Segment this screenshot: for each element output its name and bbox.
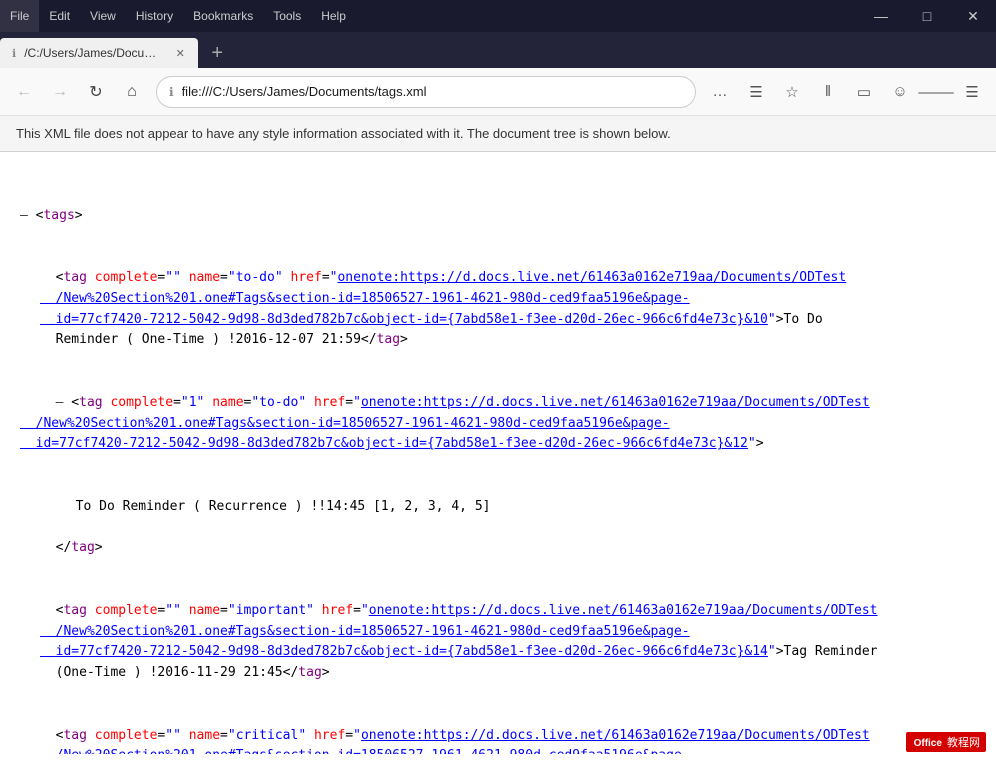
tag-2-text: To Do Reminder ( Recurrence ) !!14:45 [1… (20, 497, 976, 518)
extensions-area[interactable]: ⸻ (920, 76, 952, 108)
menu-edit[interactable]: Edit (39, 0, 80, 32)
synced-tabs-icon: ▭ (857, 83, 871, 101)
menu-file[interactable]: File (0, 0, 39, 32)
menu-bookmarks[interactable]: Bookmarks (183, 0, 263, 32)
tag-3: <tag complete="" name="important" href="… (20, 601, 976, 684)
titlebar-menu: File Edit View History Bookmarks Tools H… (0, 0, 356, 32)
xml-content: – <tags> <tag complete="" name="to-do" h… (20, 164, 976, 754)
close-button[interactable]: ✕ (950, 0, 996, 32)
infobar-message: This XML file does not appear to have an… (16, 126, 671, 141)
forward-button[interactable]: → (44, 76, 76, 108)
minimize-button[interactable]: — (858, 0, 904, 32)
new-tab-button[interactable]: + (202, 38, 232, 68)
content-area[interactable]: – <tags> <tag complete="" name="to-do" h… (0, 152, 996, 754)
home-icon: ⌂ (127, 83, 137, 101)
menu-button[interactable]: ☰ (956, 76, 988, 108)
maximize-button[interactable]: □ (904, 0, 950, 32)
menu-history[interactable]: History (126, 0, 183, 32)
extension-icon: ⸻ (918, 81, 955, 102)
tab-title: /C:/Users/James/Documents/tag... (24, 46, 164, 60)
reload-icon: ↻ (89, 82, 102, 102)
tab-close-button[interactable]: ✕ (172, 45, 188, 61)
titlebar: File Edit View History Bookmarks Tools H… (0, 0, 996, 32)
back-button[interactable]: ← (8, 76, 40, 108)
account-icon: ☺ (892, 83, 907, 100)
tag-2-line: – <tag complete="1" name="to-do" href="o… (20, 393, 976, 455)
address-input[interactable] (182, 84, 683, 99)
bookmark-icon: ☆ (785, 83, 798, 101)
back-icon: ← (16, 83, 32, 101)
menu-help[interactable]: Help (311, 0, 356, 32)
href-link-1[interactable]: onenote:https://d.docs.live.net/61463a01… (40, 270, 846, 327)
lock-icon: ℹ (169, 85, 174, 99)
tabbar: ℹ /C:/Users/James/Documents/tag... ✕ + (0, 32, 996, 68)
address-bar-container: ℹ (156, 76, 696, 108)
synced-tabs-button[interactable]: ▭ (848, 76, 880, 108)
tag-1: <tag complete="" name="to-do" href="onen… (20, 268, 976, 351)
forward-icon: → (52, 83, 68, 101)
root-collapse[interactable]: – (20, 208, 28, 223)
watermark: Office 教程网 (906, 732, 986, 752)
watermark-office-icon: Office (912, 738, 944, 749)
xml-root-open: – <tags> (20, 206, 976, 227)
reader-mode-button[interactable]: ☰ (740, 76, 772, 108)
watermark-text: 教程网 (947, 737, 980, 749)
tag2-collapse[interactable]: – (56, 395, 64, 410)
tag-4: <tag complete="" name="critical" href="o… (20, 726, 976, 754)
infobar: This XML file does not appear to have an… (0, 116, 996, 152)
reload-button[interactable]: ↻ (80, 76, 112, 108)
tab-favicon: ℹ (12, 47, 16, 60)
account-button[interactable]: ☺ (884, 76, 916, 108)
library-button[interactable]: ‖ (812, 76, 844, 108)
bookmark-button[interactable]: ☆ (776, 76, 808, 108)
reader-icon: ☰ (749, 83, 762, 101)
tag-2-close: </tag> (20, 538, 976, 559)
toolbar-right: … ☰ ☆ ‖ ▭ ☺ ⸻ ☰ (704, 76, 988, 108)
menu-view[interactable]: View (80, 0, 126, 32)
home-button[interactable]: ⌂ (116, 76, 148, 108)
titlebar-controls: — □ ✕ (858, 0, 996, 32)
menu-tools[interactable]: Tools (263, 0, 311, 32)
toolbar: ← → ↻ ⌂ ℹ … ☰ ☆ ‖ ▭ ☺ ⸻ ☰ (0, 68, 996, 116)
library-icon: ‖ (825, 83, 831, 100)
more-button[interactable]: … (704, 76, 736, 108)
active-tab[interactable]: ℹ /C:/Users/James/Documents/tag... ✕ (0, 38, 198, 68)
